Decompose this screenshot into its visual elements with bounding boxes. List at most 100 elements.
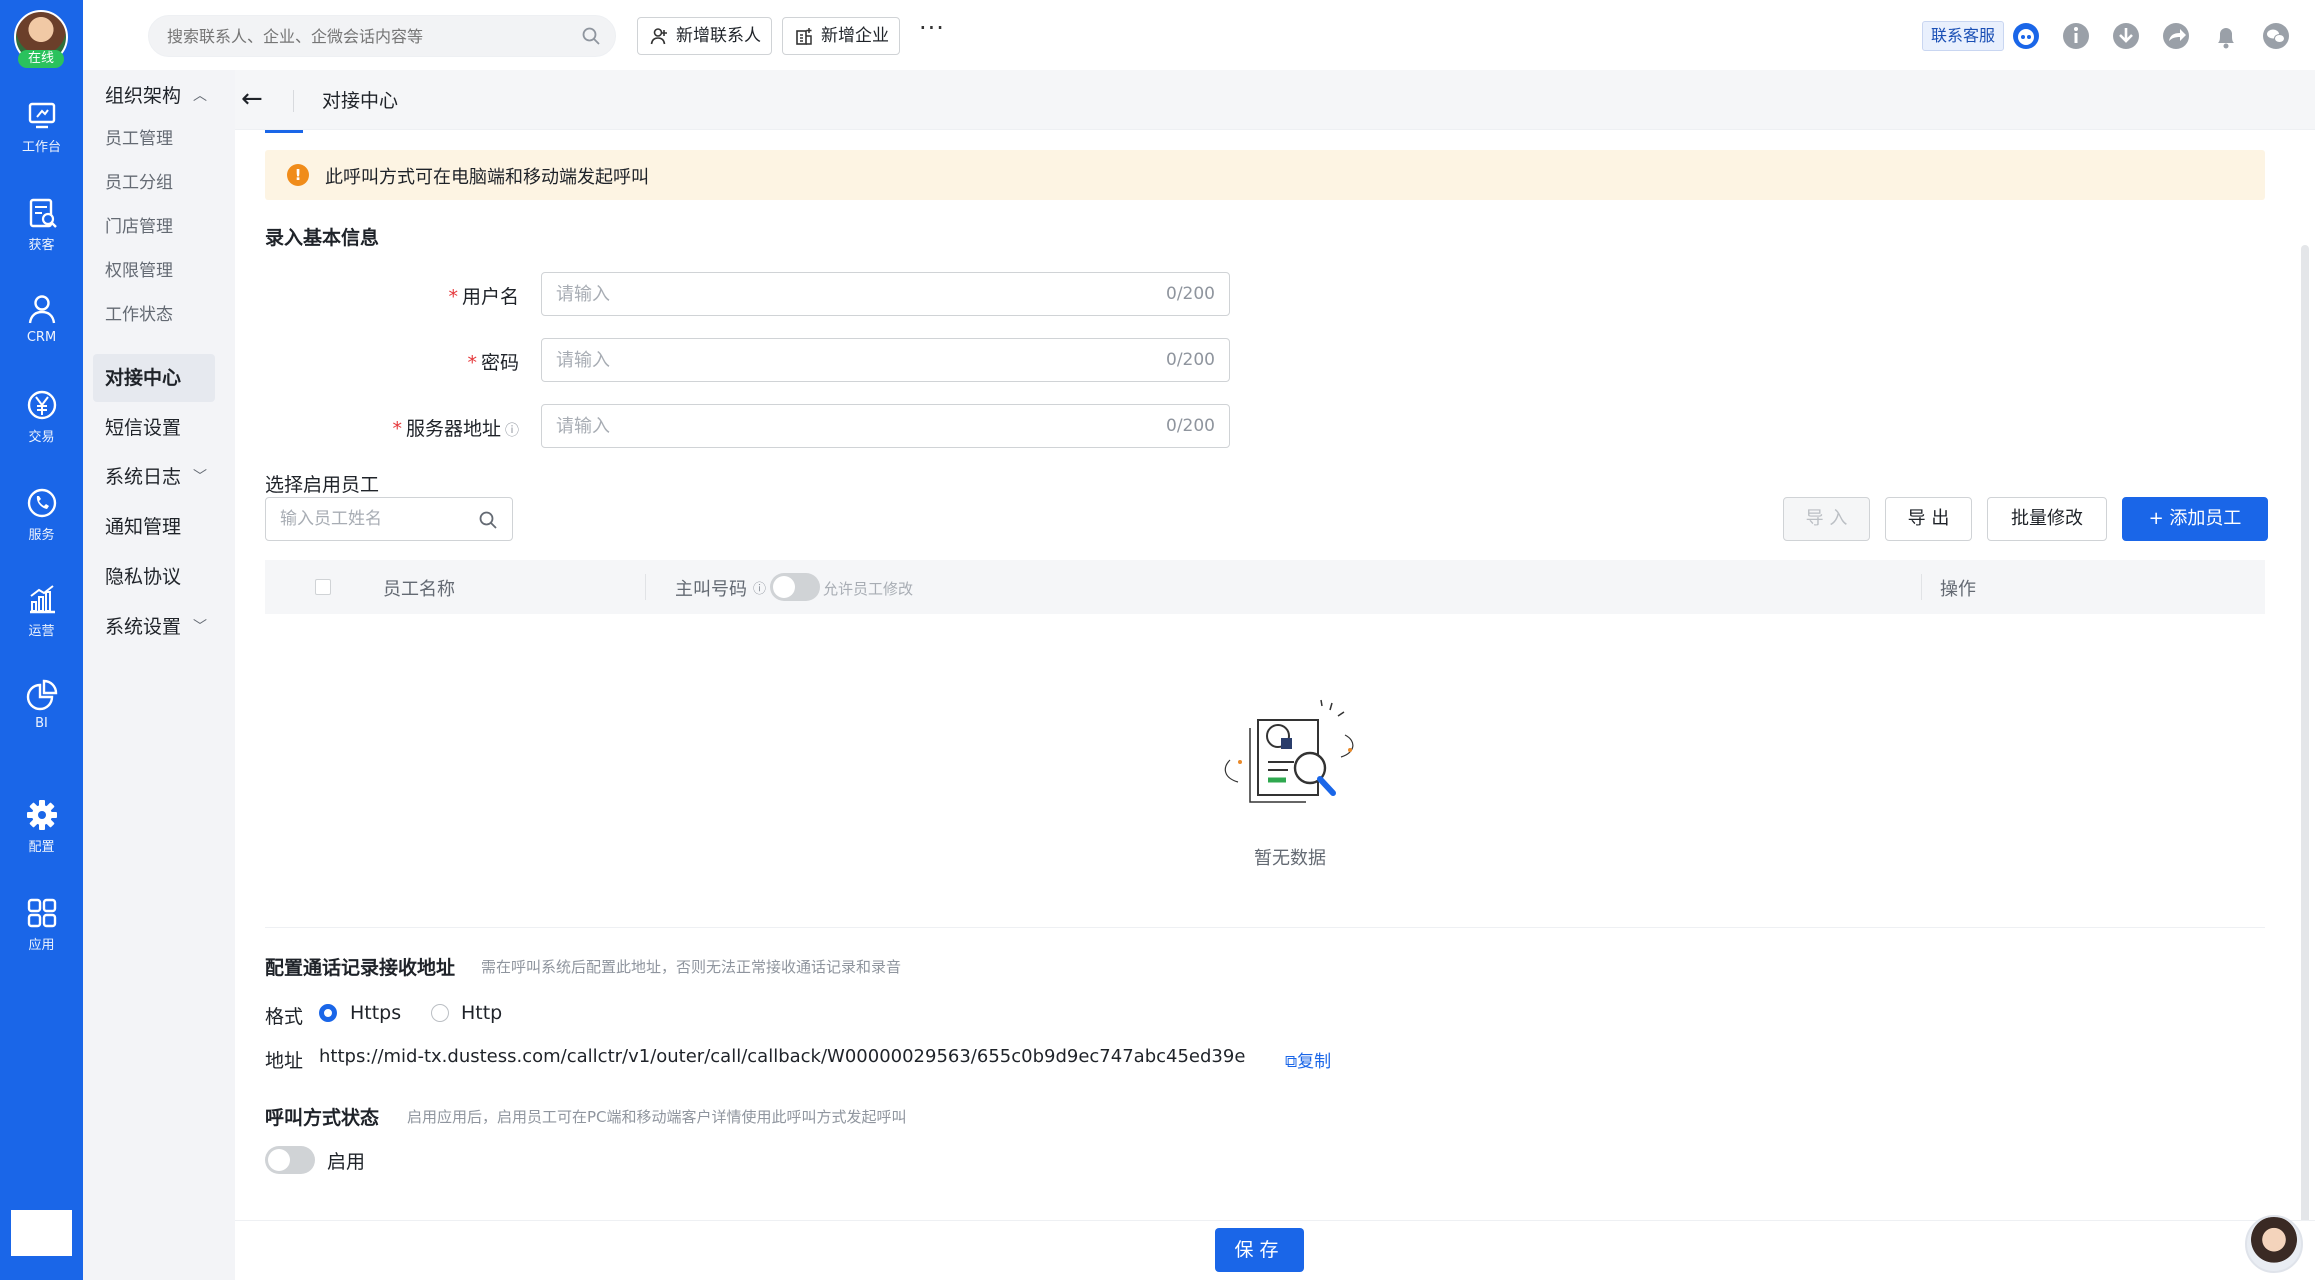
rail-item-bi[interactable]: BI (0, 678, 83, 758)
assistant-bot-icon[interactable] (2010, 20, 2042, 52)
password-input[interactable] (556, 339, 1116, 381)
section-divider (265, 927, 2265, 928)
server-address-row: *服务器地址ⓘ 0/200 (235, 404, 1235, 448)
rail-label: 工作台 (21, 140, 61, 155)
radio-https-label[interactable]: Https (350, 1002, 401, 1024)
search-icon[interactable] (478, 510, 498, 530)
rail-label: 获客 (28, 238, 55, 253)
username-field[interactable]: 0/200 (541, 272, 1230, 316)
allow-edit-toggle[interactable] (770, 573, 820, 601)
username-input[interactable] (556, 273, 1116, 315)
rail-label: 服务 (28, 528, 55, 543)
subnav-item-store-mgmt[interactable]: 门店管理 (93, 203, 215, 251)
help-icon[interactable]: ⓘ (505, 423, 519, 439)
subnav-group-system-settings[interactable]: 系统设置 ﹀ (93, 603, 215, 651)
radio-http[interactable] (431, 1004, 449, 1022)
global-search-input[interactable] (167, 16, 567, 56)
subnav-item-employee-mgmt[interactable]: 员工管理 (93, 115, 215, 163)
required-mark: * (448, 286, 458, 308)
vertical-scrollbar[interactable] (2301, 245, 2309, 1255)
dashboard-icon (28, 102, 55, 129)
server-address-input[interactable] (556, 405, 1116, 447)
chevron-down-icon: ﹀ (193, 619, 207, 635)
notice-banner: ! 此呼叫方式可在电脑端和移动端发起呼叫 (265, 150, 2265, 200)
copy-button[interactable]: ⧉复制 (1285, 1047, 1331, 1072)
rail-item-workbench[interactable]: 工作台 (0, 98, 83, 178)
rail-label: BI (35, 716, 48, 731)
back-arrow-icon[interactable]: ← (241, 84, 263, 114)
page-title: 对接中心 (322, 90, 399, 112)
new-contact-button[interactable]: 新增联系人 (637, 17, 772, 55)
callback-address: https://mid-tx.dustess.com/callctr/v1/ou… (319, 1046, 1246, 1067)
server-address-field[interactable]: 0/200 (541, 404, 1230, 448)
export-button[interactable]: 导 出 (1885, 497, 1972, 541)
save-button[interactable]: 保存 (1215, 1228, 1304, 1272)
top-bar: 新增联系人 新增企业 ··· 联系客服 (83, 0, 2315, 70)
password-label: * 密码 (467, 348, 519, 375)
rail-item-operation[interactable]: 运营 (0, 582, 83, 662)
password-field[interactable]: 0/200 (541, 338, 1230, 382)
rail-bottom-block[interactable] (11, 1210, 72, 1256)
customer-service-button[interactable]: 联系客服 (1922, 21, 2005, 51)
employee-search[interactable] (265, 497, 513, 541)
rail-label: 运营 (28, 624, 55, 639)
global-search[interactable] (148, 15, 616, 57)
subnav-item-permission-mgmt[interactable]: 权限管理 (93, 247, 215, 295)
help-icon[interactable]: ⓘ (753, 578, 766, 597)
import-button[interactable]: 导 入 (1783, 497, 1870, 541)
subnav-group-system-log[interactable]: 系统日志 ﹀ (93, 453, 215, 501)
new-company-button[interactable]: 新增企业 (782, 17, 900, 55)
subnav-group-org-label: 组织架构 (105, 85, 182, 107)
download-icon[interactable] (2110, 20, 2142, 52)
required-mark: * (392, 418, 402, 440)
assistant-avatar[interactable] (2245, 1215, 2303, 1273)
subnav-item-docking-center[interactable]: 对接中心 (93, 354, 215, 402)
add-employee-button[interactable]: + 添加员工 (2122, 497, 2268, 541)
rail-item-config[interactable]: 配置 (0, 798, 83, 878)
subnav-item-employee-group[interactable]: 员工分组 (93, 159, 215, 207)
notice-text: 此呼叫方式可在电脑端和移动端发起呼叫 (325, 167, 649, 188)
password-row: *密码 0/200 (235, 338, 1235, 382)
rail-item-trade[interactable]: 交易 (0, 388, 83, 468)
subnav-group-system-log-label: 系统日志 (105, 466, 182, 488)
rail-item-service[interactable]: 服务 (0, 486, 83, 566)
sub-navigation: 组织架构 ︿ 员工管理 员工分组 门店管理 权限管理 工作状态 对接中心 短信设置… (93, 80, 220, 1280)
info-icon[interactable] (2060, 20, 2092, 52)
search-icon[interactable] (581, 26, 601, 46)
subnav-item-sms-settings[interactable]: 短信设置 (93, 404, 215, 452)
add-contact-icon (650, 28, 667, 45)
add-company-icon (796, 28, 812, 45)
subnav-item-work-status[interactable]: 工作状态 (93, 291, 215, 339)
share-icon[interactable] (2160, 20, 2192, 52)
empty-state-illustration-icon (1224, 699, 1354, 803)
select-all-checkbox[interactable] (315, 579, 331, 595)
password-label-text: 密码 (480, 352, 519, 374)
empty-state-text: 暂无数据 (1254, 848, 1326, 869)
acquire-icon (29, 198, 57, 228)
subnav-group-org[interactable]: 组织架构 ︿ (93, 72, 215, 120)
radio-http-label[interactable]: Http (461, 1002, 502, 1024)
employee-search-input[interactable] (280, 498, 470, 540)
address-label: 地址 (265, 1050, 304, 1072)
rail-item-crm[interactable]: CRM (0, 292, 83, 372)
bell-icon[interactable] (2210, 20, 2242, 52)
username-label-text: 用户名 (461, 286, 519, 308)
chevron-down-icon: ﹀ (193, 469, 207, 485)
wechat-icon[interactable] (2260, 20, 2292, 52)
more-menu-button[interactable]: ··· (919, 14, 945, 42)
rail-item-acquire[interactable]: 获客 (0, 196, 83, 276)
subnav-item-privacy[interactable]: 隐私协议 (93, 553, 215, 601)
subnav-item-notice-mgmt[interactable]: 通知管理 (93, 503, 215, 551)
radio-https[interactable] (319, 1004, 337, 1022)
rail-label: CRM (26, 330, 57, 345)
subnav-group-system-settings-label: 系统设置 (105, 616, 182, 638)
enable-toggle[interactable] (265, 1146, 315, 1174)
column-divider (645, 574, 646, 600)
gear-icon (26, 800, 57, 830)
enable-toggle-label: 启用 (327, 1151, 366, 1173)
basic-info-title: 录入基本信息 (265, 227, 380, 249)
rail-item-apps[interactable]: 应用 (0, 896, 83, 976)
batch-edit-button[interactable]: 批量修改 (1987, 497, 2107, 541)
required-mark: * (467, 352, 477, 374)
col-action: 操作 (1940, 579, 1976, 600)
